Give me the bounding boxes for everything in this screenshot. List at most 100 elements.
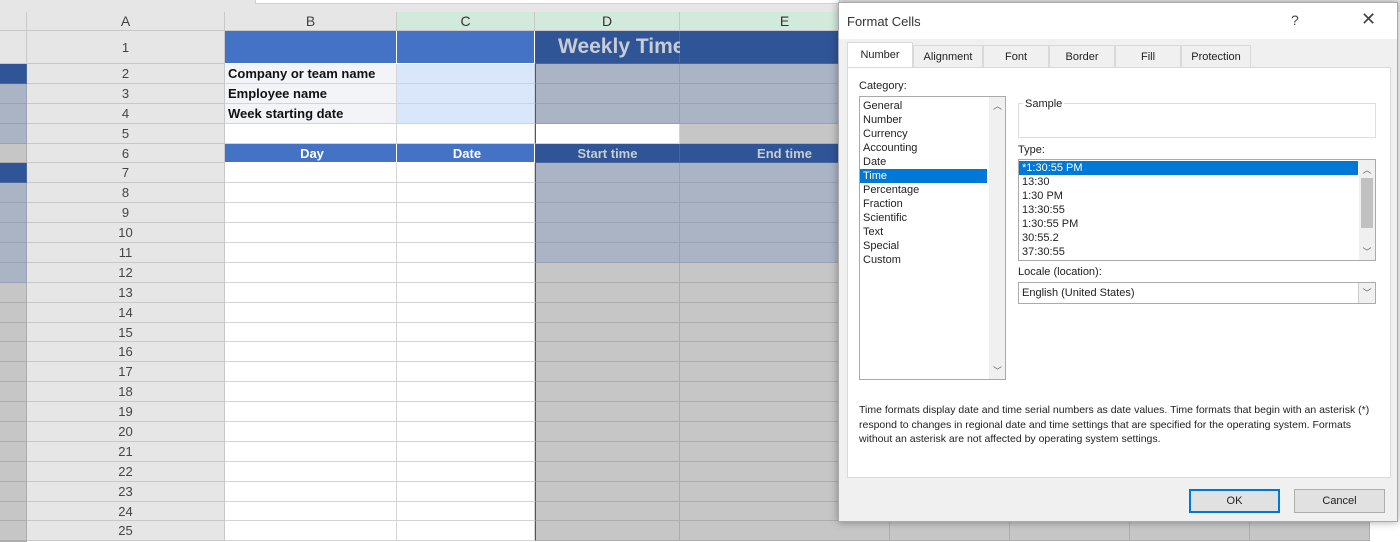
cancel-button[interactable]: Cancel: [1294, 489, 1385, 513]
cell-b13[interactable]: [397, 282, 535, 303]
category-item-general[interactable]: General: [860, 99, 987, 113]
select-all-corner[interactable]: [0, 12, 27, 31]
cell-i11[interactable]: [0, 262, 27, 283]
type-list[interactable]: ︿ ﹀ *1:30:55 PM 13:30 1:30 PM 13:30:55 1:30:5…: [1018, 159, 1376, 261]
cell-c19[interactable]: [535, 402, 680, 423]
cell-c6[interactable]: Start time: [535, 143, 680, 164]
type-item[interactable]: 37:30:55: [1019, 245, 1358, 259]
cell-i19[interactable]: [0, 422, 27, 442]
row-header-19[interactable]: 19: [27, 402, 225, 423]
cell-a19[interactable]: [225, 402, 397, 423]
category-item-fraction[interactable]: Fraction: [860, 197, 987, 211]
cell-a18[interactable]: [225, 382, 397, 403]
cell-b14[interactable]: [397, 302, 535, 323]
cell-b7[interactable]: [397, 163, 535, 184]
category-item-scientific[interactable]: Scientific: [860, 211, 987, 225]
cell-a15[interactable]: [225, 322, 397, 343]
cell-c12[interactable]: [535, 262, 680, 283]
cell-c23[interactable]: [535, 481, 680, 502]
cell-c16[interactable]: [535, 342, 680, 363]
tab-border[interactable]: Border: [1049, 45, 1115, 67]
cell-i22[interactable]: [0, 481, 27, 502]
cell-c5[interactable]: [535, 123, 680, 144]
cell-c24[interactable]: [535, 501, 680, 522]
cell-b15[interactable]: [397, 322, 535, 343]
row-header-14[interactable]: 14: [27, 302, 225, 323]
cell-b11[interactable]: [397, 243, 535, 263]
cell-i15[interactable]: [0, 342, 27, 363]
cell-b2[interactable]: [397, 64, 535, 84]
cell-a13[interactable]: [225, 282, 397, 303]
cell-i14[interactable]: [0, 322, 27, 343]
cell-i10[interactable]: [0, 243, 27, 263]
cell-i23[interactable]: [0, 501, 27, 522]
row-header-6[interactable]: 6: [27, 143, 225, 164]
cell-i8[interactable]: [0, 203, 27, 224]
cell-a2[interactable]: Company or team name: [225, 64, 397, 84]
row-header-17[interactable]: 17: [27, 362, 225, 383]
cell-c10[interactable]: [535, 223, 680, 244]
row-header-10[interactable]: 10: [27, 223, 225, 244]
cell-i4[interactable]: [0, 123, 27, 144]
cell-g25[interactable]: [1130, 521, 1250, 542]
ok-button[interactable]: OK: [1189, 489, 1280, 513]
help-icon[interactable]: ?: [1291, 12, 1299, 28]
cell-b17[interactable]: [397, 362, 535, 383]
close-icon[interactable]: ✕: [1361, 9, 1376, 30]
locale-select[interactable]: English (United States) ﹀: [1018, 282, 1376, 304]
cell-i7[interactable]: [0, 183, 27, 204]
column-header-b[interactable]: B: [225, 12, 397, 31]
cell-b25[interactable]: [397, 521, 535, 542]
cell-c2[interactable]: [535, 64, 680, 84]
cell-a1[interactable]: [225, 31, 397, 64]
cell-i6[interactable]: [0, 163, 27, 184]
cell-a21[interactable]: [225, 441, 397, 462]
cell-i2[interactable]: [0, 83, 27, 104]
type-item[interactable]: 1:30:55 PM: [1019, 217, 1358, 231]
row-header-2[interactable]: 2: [27, 64, 225, 84]
row-header-21[interactable]: 21: [27, 441, 225, 462]
cell-d25[interactable]: [680, 521, 890, 542]
type-item[interactable]: 1:30 PM: [1019, 189, 1358, 203]
cell-i18[interactable]: [0, 402, 27, 423]
tab-number[interactable]: Number: [847, 42, 913, 67]
cell-a12[interactable]: [225, 262, 397, 283]
cell-a17[interactable]: [225, 362, 397, 383]
cell-a7[interactable]: [225, 163, 397, 184]
cell-i1[interactable]: [0, 64, 27, 84]
row-header-22[interactable]: 22: [27, 461, 225, 482]
cell-f25[interactable]: [1010, 521, 1130, 542]
cell-a10[interactable]: [225, 223, 397, 244]
cell-b16[interactable]: [397, 342, 535, 363]
cell-i20[interactable]: [0, 441, 27, 462]
cell-i21[interactable]: [0, 461, 27, 482]
cell-h25[interactable]: [1250, 521, 1370, 542]
cell-a3[interactable]: Employee name: [225, 83, 397, 104]
cell-a24[interactable]: [225, 501, 397, 522]
category-item-special[interactable]: Special: [860, 239, 987, 253]
cell-i16[interactable]: [0, 362, 27, 383]
cell-a22[interactable]: [225, 461, 397, 482]
cell-c4[interactable]: [535, 103, 680, 124]
cell-i24[interactable]: [0, 521, 27, 542]
cell-i5[interactable]: [0, 143, 27, 164]
tab-alignment[interactable]: Alignment: [913, 45, 983, 67]
type-item[interactable]: *1:30:55 PM: [1019, 161, 1358, 175]
cell-a4[interactable]: Week starting date: [225, 103, 397, 124]
category-item-text[interactable]: Text: [860, 225, 987, 239]
row-header-1[interactable]: 1: [27, 31, 225, 64]
tab-fill[interactable]: Fill: [1115, 45, 1181, 67]
cell-a11[interactable]: [225, 243, 397, 263]
cell-b21[interactable]: [397, 441, 535, 462]
cell-a6[interactable]: Day: [225, 143, 397, 164]
cell-c18[interactable]: [535, 382, 680, 403]
row-header-12[interactable]: 12: [27, 262, 225, 283]
row-header-23[interactable]: 23: [27, 481, 225, 502]
cell-c14[interactable]: [535, 302, 680, 323]
cell-c15[interactable]: [535, 322, 680, 343]
cell-e25[interactable]: [890, 521, 1010, 542]
type-item[interactable]: 30:55.2: [1019, 231, 1358, 245]
cell-i9[interactable]: [0, 223, 27, 244]
row-header-11[interactable]: 11: [27, 243, 225, 263]
cell-b8[interactable]: [397, 183, 535, 204]
